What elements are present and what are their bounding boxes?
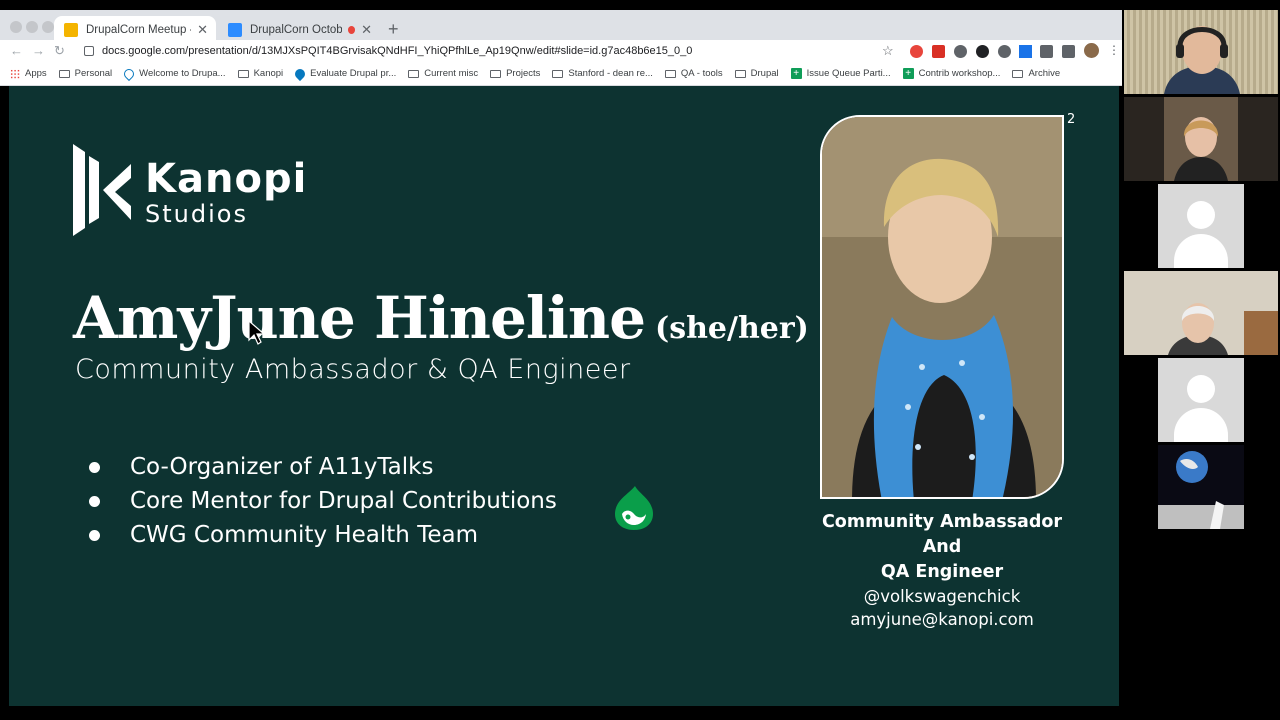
- bookmark-projects[interactable]: Projects: [490, 68, 540, 79]
- close-icon[interactable]: ✕: [197, 22, 208, 38]
- caption-title-line3: QA Engineer: [880, 562, 1004, 582]
- recording-icon: [347, 26, 356, 34]
- photo-caption: Community Ambassador And QA Engineer @vo…: [799, 510, 1085, 631]
- close-icon[interactable]: ✕: [361, 22, 372, 38]
- reload-icon[interactable]: ↻: [54, 43, 65, 59]
- window-zoom-button[interactable]: [42, 21, 54, 33]
- bullet-dot: [89, 461, 100, 473]
- folder-icon: [58, 69, 70, 78]
- presentation-slide[interactable]: Kanopi Studios AmyJune Hineline (she/her)…: [9, 86, 1119, 706]
- participant-video-tile[interactable]: [1124, 97, 1278, 181]
- caption-title-line2: And: [922, 537, 962, 557]
- tab-title: DrupalCorn Meetup - Accessib: [86, 24, 191, 36]
- grammarly-extension-icon[interactable]: [976, 45, 989, 58]
- meeting-icon: [228, 23, 242, 37]
- person-head-icon: [1187, 201, 1215, 229]
- drupal-drop-icon: [615, 486, 653, 530]
- person-body-icon: [1174, 408, 1228, 442]
- drupal-icon: [293, 66, 308, 81]
- twitter-handle: @volkswagenchick: [863, 587, 1021, 606]
- glasses-extension-icon[interactable]: [1040, 45, 1053, 58]
- participant-gallery: [1122, 10, 1280, 534]
- forward-icon[interactable]: →: [32, 43, 45, 58]
- folder-icon: [552, 69, 564, 78]
- participant-placeholder-tile[interactable]: [1124, 184, 1278, 268]
- kanopi-logo: Kanopi Studios: [73, 144, 306, 240]
- calendar-extension-icon[interactable]: [932, 45, 945, 58]
- bookmark-current-misc[interactable]: Current misc: [408, 68, 478, 79]
- contact-email: amyjune@kanopi.com: [850, 610, 1034, 629]
- bookmark-welcome-drupal[interactable]: Welcome to Drupa...: [122, 66, 226, 81]
- slide-number: 2: [1067, 112, 1076, 127]
- apps-grid-icon: [10, 68, 20, 79]
- toolbar: ← → ↻ docs.google.com/presentation/d/13M…: [0, 40, 1122, 62]
- bookmark-archive[interactable]: Archive: [1012, 68, 1060, 79]
- bookmarks-bar: Apps Personal Welcome to Drupa... Kanopi…: [0, 62, 1122, 86]
- url-text: docs.google.com/presentation/d/13MJXsPQI…: [102, 45, 693, 57]
- drupal-icon: [122, 66, 137, 81]
- bookmark-apps[interactable]: Apps: [10, 68, 47, 79]
- person-head-icon: [1187, 375, 1215, 403]
- lock-icon: [84, 46, 94, 56]
- tab-title: DrupalCorn October Meeting: [250, 24, 342, 36]
- bullet-dot: [89, 529, 100, 541]
- folder-icon: [734, 69, 746, 78]
- address-bar[interactable]: docs.google.com/presentation/d/13MJXsPQI…: [76, 41, 896, 61]
- bookmark-kanopi[interactable]: Kanopi: [237, 68, 283, 79]
- bullet-list: Co-Organizer of A11yTalks Core Mentor fo…: [89, 450, 557, 552]
- kanopi-k-icon: [73, 144, 131, 236]
- mouse-cursor-icon: [248, 320, 266, 345]
- back-icon[interactable]: ←: [10, 43, 23, 58]
- folder-icon: [664, 69, 676, 78]
- person-body-icon: [1174, 234, 1228, 268]
- participant-video-tile[interactable]: [1124, 445, 1278, 529]
- google-slides-icon: [64, 23, 78, 37]
- puzzle-icon[interactable]: [1062, 45, 1075, 58]
- browser-window: DrupalCorn Meetup - Accessib ✕ DrupalCor…: [0, 10, 1122, 86]
- list-item: CWG Community Health Team: [89, 518, 557, 552]
- list-item: Core Mentor for Drupal Contributions: [89, 484, 557, 518]
- bookmark-stanford[interactable]: Stanford - dean re...: [552, 68, 653, 79]
- folder-icon: [408, 69, 420, 78]
- profile-avatar[interactable]: [1084, 43, 1099, 58]
- caption-title-line1: Community Ambassador: [821, 512, 1063, 532]
- menu-icon[interactable]: ⋮: [1108, 43, 1120, 57]
- adblock-extension-icon[interactable]: [910, 45, 923, 58]
- bookmark-drupal[interactable]: Drupal: [734, 68, 779, 79]
- speaker-role: Community Ambassador & QA Engineer: [75, 354, 631, 385]
- drive-extension-icon[interactable]: [1019, 45, 1032, 58]
- list-item: Co-Organizer of A11yTalks: [89, 450, 557, 484]
- bookmark-personal[interactable]: Personal: [58, 68, 112, 79]
- participant-video-tile[interactable]: [1124, 10, 1278, 94]
- tab-strip: DrupalCorn Meetup - Accessib ✕ DrupalCor…: [0, 10, 1122, 44]
- folder-icon: [490, 69, 502, 78]
- new-tab-button[interactable]: +: [388, 19, 399, 40]
- speaker-heading: AmyJune Hineline (she/her): [73, 284, 809, 352]
- folder-icon: [1012, 69, 1024, 78]
- window-minimize-button[interactable]: [26, 21, 38, 33]
- avatar: [1158, 358, 1244, 442]
- bullet-dot: [89, 495, 100, 507]
- folder-icon: [237, 69, 249, 78]
- bookmark-star-icon[interactable]: ☆: [882, 43, 894, 59]
- window-close-button[interactable]: [10, 21, 22, 33]
- participant-video-tile[interactable]: [1124, 271, 1278, 355]
- participant-placeholder-tile[interactable]: [1124, 358, 1278, 442]
- bookmark-qa-tools[interactable]: QA - tools: [664, 68, 723, 79]
- sheets-icon: +: [790, 68, 802, 79]
- bookmark-evaluate-drupal[interactable]: Evaluate Drupal pr...: [293, 66, 396, 81]
- extension-icon[interactable]: [954, 45, 967, 58]
- bookmark-contrib-workshop[interactable]: + Contrib workshop...: [902, 68, 1000, 79]
- logo-text-studios: Studios: [145, 200, 248, 228]
- speaker-pronouns: (she/her): [655, 311, 809, 346]
- sheets-icon: +: [902, 68, 914, 79]
- speaker-photo: [820, 115, 1064, 499]
- wordpress-extension-icon[interactable]: [998, 45, 1011, 58]
- avatar: [1158, 184, 1244, 268]
- logo-text-kanopi: Kanopi: [145, 156, 308, 202]
- bookmark-issue-queue[interactable]: + Issue Queue Parti...: [790, 68, 891, 79]
- speaker-name: AmyJune Hineline: [73, 284, 646, 352]
